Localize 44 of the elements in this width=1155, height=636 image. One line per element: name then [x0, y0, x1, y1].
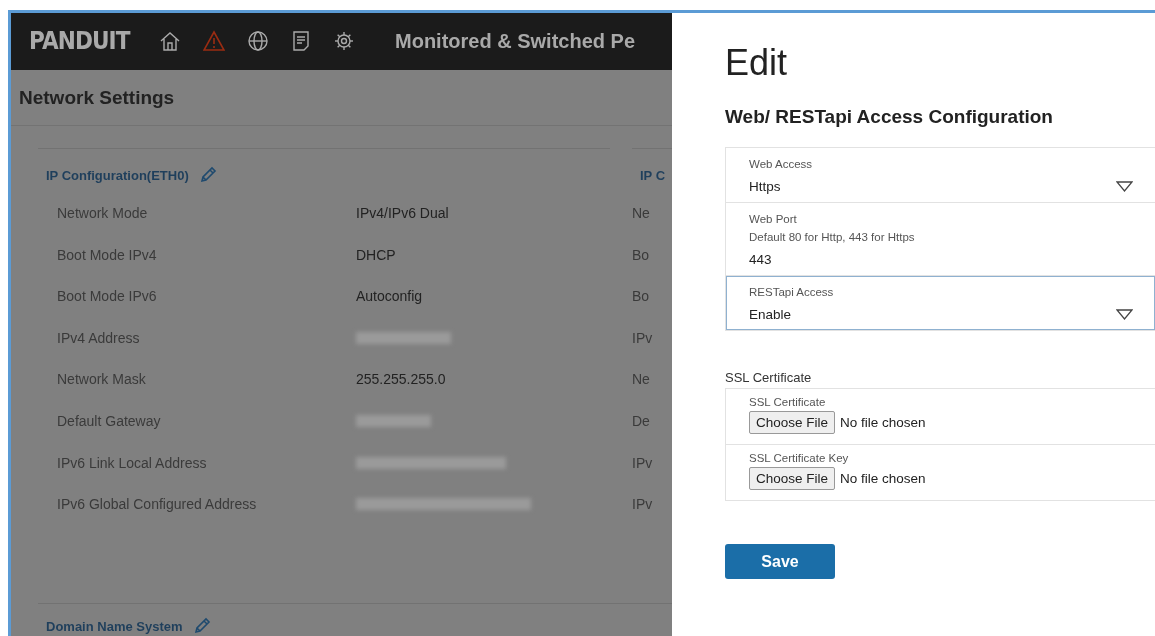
field-label: IPv: [632, 329, 653, 346]
field-label: Network Mode: [56, 205, 149, 222]
field-label: IPv6 Link Local Address: [56, 454, 208, 471]
field-label: IPv: [632, 454, 653, 471]
panel-heading: Edit: [725, 42, 789, 82]
field-label: Bo: [632, 246, 650, 263]
field-label: Boot Mode IPv6: [56, 288, 158, 305]
panel-subtitle: Web/ RESTapi Access Configuration: [725, 106, 1054, 128]
field-label: IPv: [632, 496, 653, 513]
section-title: Domain Name System: [46, 618, 183, 634]
field-label: IPv4 Address: [56, 329, 141, 346]
document-icon[interactable]: [291, 30, 311, 53]
select-field[interactable]: RESTapi Access Enable: [726, 276, 1155, 330]
file-status: No file chosen: [840, 415, 926, 430]
field-label: SSL Certificate: [749, 396, 827, 408]
section-title: IP Configuration(ETH0): [46, 167, 189, 183]
home-icon[interactable]: [159, 30, 181, 53]
field-value: DHCP: [356, 246, 396, 263]
section-title: IP C: [640, 167, 666, 183]
brand-logo: PANDUIT: [29, 27, 132, 56]
input-field[interactable]: Web Port Default 80 for Http, 443 for Https 443: [726, 203, 1155, 276]
field-value: IPv4/IPv6 Dual: [356, 205, 449, 222]
save-button[interactable]: Save: [725, 544, 835, 579]
section-label: SSL Certificate: [725, 370, 813, 385]
field-label: De: [632, 413, 650, 429]
app-title: Monitored & Switched Pe: [395, 30, 636, 53]
gear-icon[interactable]: [333, 30, 355, 53]
choose-file-button[interactable]: Choose File: [749, 467, 836, 490]
field-label: SSL Certificate Key: [749, 452, 850, 464]
field-label: IPv6 Global Configured Address: [56, 496, 258, 513]
field-label: Ne: [632, 205, 650, 222]
field-label: Boot Mode IPv4: [56, 246, 158, 263]
globe-icon[interactable]: [247, 30, 269, 53]
field-label: Network Mask: [56, 371, 147, 388]
page-title: Network Settings: [11, 70, 672, 127]
choose-file-button[interactable]: Choose File: [749, 411, 836, 434]
field-label: Bo: [632, 288, 650, 305]
field-label: Ne: [632, 371, 650, 388]
dropdown-arrow-icon: [1116, 181, 1133, 192]
file-status: No file chosen: [840, 471, 926, 486]
select-field[interactable]: Web Access Https: [726, 148, 1155, 203]
field-label: Default Gateway: [56, 413, 162, 429]
dropdown-arrow-icon: [1116, 309, 1133, 320]
field-value: 255.255.255.0: [356, 371, 446, 388]
